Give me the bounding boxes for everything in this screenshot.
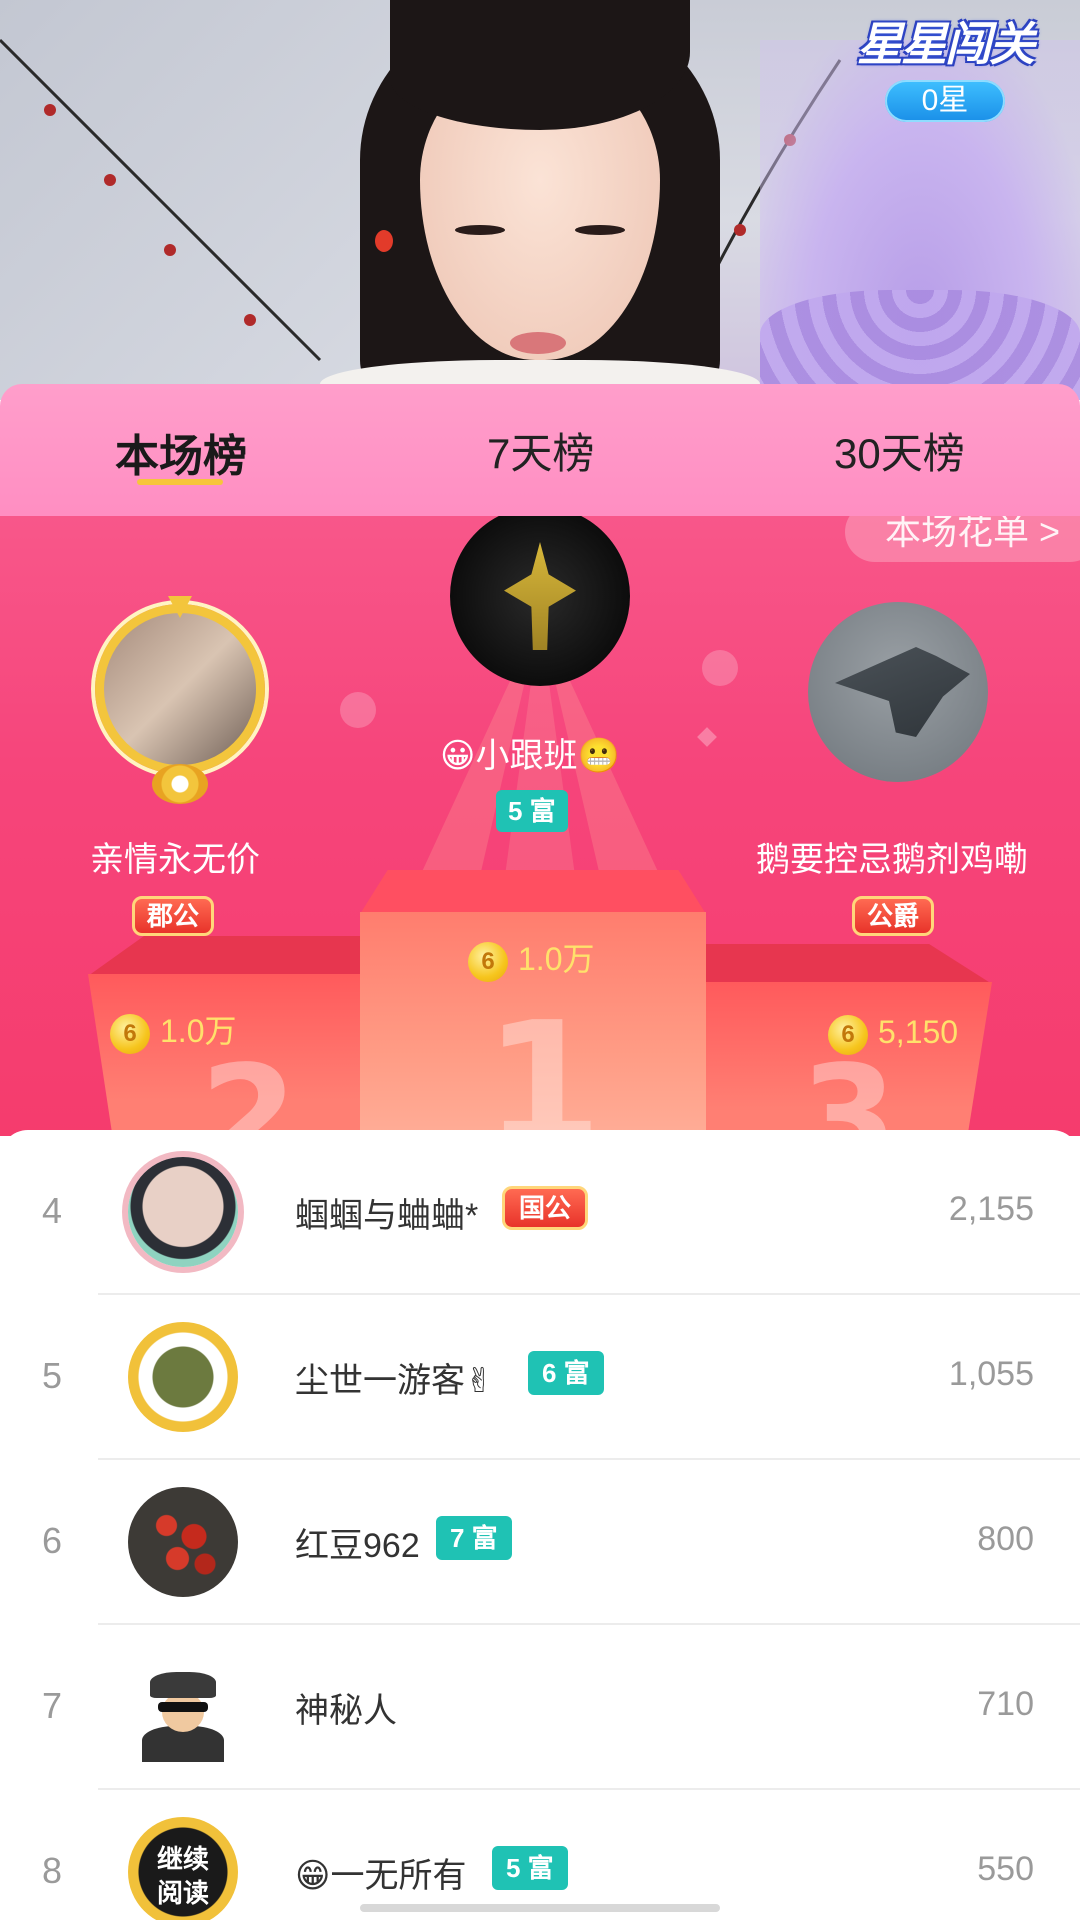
earbud-icon [375, 230, 393, 252]
avatar[interactable] [128, 1157, 238, 1267]
session-gift-list-link[interactable]: 本场花单 > [844, 516, 1080, 562]
list-item[interactable]: 4 蝈蝈与蛐蛐* 国公 2,155 [0, 1130, 1080, 1295]
user-name: 神秘人 [295, 1692, 397, 1730]
contribution-score: 550 [977, 1850, 1034, 1888]
list-item[interactable]: 6 红豆962 7 富 800 [0, 1460, 1080, 1625]
user-name: 😁一无所有 [295, 1857, 467, 1895]
first-place-name: 😀小跟班😬 [440, 737, 620, 775]
list-item[interactable]: 5 尘世一游客✌ 6 富 1,055 [0, 1295, 1080, 1460]
rank-number: 6 [42, 1520, 63, 1561]
user-name: 红豆962 [295, 1527, 420, 1565]
podium-block-1-top [360, 870, 706, 914]
second-place-avatar[interactable] [95, 604, 265, 774]
rank-number: 8 [42, 1850, 63, 1891]
avatar-text: 继续 [156, 1844, 209, 1874]
avatar-text: 阅读 [156, 1878, 209, 1908]
noble-badge: 国公 [502, 1186, 589, 1230]
rank-number: 4 [42, 1190, 63, 1231]
second-place-noble-badge: 郡公 [132, 896, 215, 936]
list-item[interactable]: 7 神秘人 710 [0, 1625, 1080, 1790]
mystery-person-avatar[interactable] [128, 1652, 238, 1762]
podium-rank-1: 1 [484, 986, 603, 1136]
star-challenge-widget[interactable]: 星星闯关 0星 [850, 8, 1040, 122]
rank-number: 5 [42, 1355, 63, 1396]
second-place-gift-value: 6 1.0万 [110, 1006, 237, 1054]
tab-this-session[interactable]: 本场榜 [115, 420, 247, 484]
user-name: 蝈蝈与蛐蛐* [295, 1197, 479, 1235]
tab-30-days[interactable]: 30天榜 [834, 420, 965, 481]
contribution-score: 1,055 [948, 1355, 1034, 1393]
third-place-noble-badge: 公爵 [852, 896, 935, 936]
contribution-score: 800 [977, 1520, 1034, 1558]
third-place-avatar[interactable] [808, 602, 988, 782]
star-count: 0星 [885, 80, 1005, 122]
top-three-podium: 本场花单 > 1 2 3 😀小跟班😬 5 富 6 1.0万 亲情永无价 郡公 61… [0, 516, 1080, 1136]
first-place-gift-value: 6 1.0万 [468, 934, 595, 982]
third-place-name: 鹅要控忌鹅剂鸡嘞 [756, 841, 1028, 879]
avatar-frame-bottom [152, 764, 208, 804]
rich-badge: 5 富 [492, 1846, 568, 1890]
avatar[interactable] [128, 1322, 238, 1432]
contribution-score: 710 [977, 1685, 1034, 1723]
tab-7-days[interactable]: 7天榜 [487, 420, 594, 481]
second-place-name: 亲情永无价 [90, 841, 260, 879]
first-place-rich-badge: 5 富 [496, 790, 568, 832]
coin-icon: 6 [110, 1013, 150, 1054]
list-item[interactable]: 8 继续 阅读 😁一无所有 5 富 550 [0, 1790, 1080, 1920]
rich-badge: 6 富 [528, 1351, 604, 1395]
ranking-tabs: 本场榜 7天榜 30天榜 [0, 384, 1080, 516]
live-stream-preview[interactable]: 星星闯关 0星 [0, 0, 1080, 400]
avatar[interactable]: 继续 阅读 [128, 1817, 238, 1920]
rank-number: 7 [42, 1685, 63, 1726]
coin-icon: 6 [828, 1014, 868, 1055]
ranking-list[interactable]: 4 蝈蝈与蛐蛐* 国公 2,155 5 尘世一游客✌ 6 富 1,055 6 红… [0, 1130, 1080, 1920]
third-place-gift-value: 6 5,150 [828, 1014, 958, 1055]
active-tab-indicator [137, 479, 223, 485]
star-challenge-title: 星星闯关 [857, 17, 1035, 71]
avatar[interactable] [128, 1487, 238, 1597]
streamer-video [320, 0, 760, 400]
contribution-score: 2,155 [948, 1190, 1034, 1228]
user-name: 尘世一游客✌ [295, 1362, 494, 1400]
coin-icon: 6 [468, 941, 508, 982]
home-indicator[interactable] [360, 1904, 720, 1912]
rich-badge: 7 富 [436, 1516, 512, 1560]
